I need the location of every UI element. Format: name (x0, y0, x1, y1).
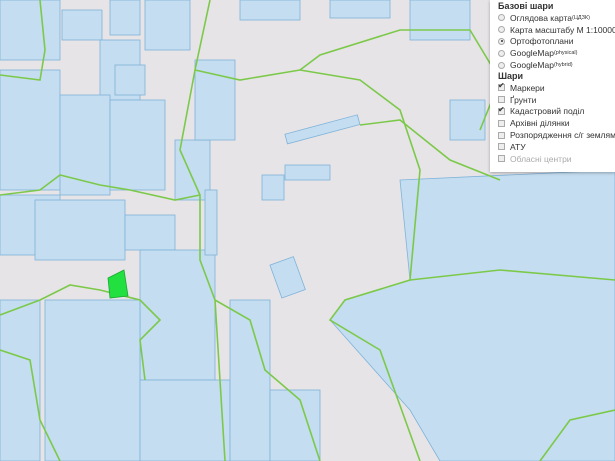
layer-option[interactable]: Ґрунти (498, 94, 615, 106)
base-layer-label: Карта масштабу М 1:100000 (510, 24, 615, 35)
base-layer-note: (hybrid) (553, 62, 573, 69)
checkbox[interactable] (498, 81, 505, 92)
layer-option[interactable]: Обласні центри (498, 153, 615, 165)
layer-option[interactable]: Розпорядження с/г землями (498, 129, 615, 141)
layer-label: Обласні центри (510, 153, 572, 164)
radio-button[interactable] (498, 49, 505, 57)
base-layer-option[interactable]: GoogleMap (hybrid) (498, 59, 615, 71)
base-layer-note: (ЦДЗК) (571, 14, 590, 21)
layer-label: Кадастровий поділ (510, 106, 585, 117)
checkbox[interactable] (498, 96, 505, 104)
base-layer-label: GoogleMap (510, 48, 554, 59)
base-layer-label: GoogleMap (510, 60, 554, 71)
layer-option[interactable]: Кадастровий поділ (498, 105, 615, 118)
base-layer-option[interactable]: Ортофотоплани (498, 36, 615, 48)
radio-button[interactable] (498, 26, 505, 34)
layer-label: АТУ (510, 141, 526, 152)
checkbox[interactable] (498, 143, 505, 151)
layer-switcher-panel: Базові шари Оглядова карта (ЦДЗК) Карта ма… (490, 0, 615, 172)
checkbox[interactable] (498, 131, 505, 139)
base-layer-option[interactable]: Оглядова карта (ЦДЗК) (498, 12, 615, 24)
layer-option[interactable]: Архівні ділянки (498, 117, 615, 129)
layer-option[interactable]: Маркери (498, 81, 615, 94)
base-layer-option[interactable]: GoogleMap (physical) (498, 47, 615, 59)
radio-button[interactable] (498, 37, 505, 45)
base-layers-title: Базові шари (498, 1, 554, 11)
checkbox[interactable] (498, 155, 505, 163)
checkbox[interactable] (498, 105, 505, 115)
base-layer-label: Оглядова карта (510, 12, 572, 23)
radio-button[interactable] (498, 14, 505, 22)
layer-label: Ґрунти (510, 94, 537, 105)
selected-parcel[interactable] (107, 269, 129, 299)
base-layer-note: (physical) (553, 50, 578, 57)
layer-label: Архівні ділянки (510, 118, 570, 129)
checkbox[interactable] (498, 119, 505, 127)
layer-option[interactable]: АТУ (498, 141, 615, 153)
base-layer-option[interactable]: Карта масштабу М 1:100000 (498, 24, 615, 36)
radio-button[interactable] (498, 61, 505, 69)
layer-label: Розпорядження с/г землями (510, 130, 615, 141)
layer-label: Маркери (510, 82, 545, 93)
base-layer-label: Ортофотоплани (510, 36, 574, 47)
layers-title: Шари (498, 70, 524, 81)
